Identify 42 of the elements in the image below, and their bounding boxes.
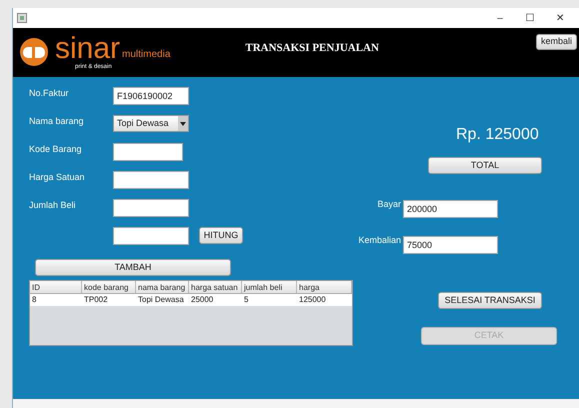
table-cell-text: 5 [243, 294, 250, 306]
field-label: Nama barang [29, 115, 85, 128]
minimize-button[interactable]: – [485, 10, 515, 26]
field-label: Jumlah Beli [29, 199, 77, 212]
field-label: Kembalian [358, 234, 401, 247]
table-cell-text: 8 [31, 294, 38, 306]
close-button[interactable]: ✕ [545, 10, 575, 26]
table-cell-text: Topi Dewasa [137, 294, 185, 306]
column-header[interactable]: kode barang [82, 281, 136, 293]
field-label: Kode Barang [29, 143, 83, 156]
input-field[interactable]: F1906190002 [113, 87, 189, 105]
finish-button[interactable]: SELESAI TRANSAKSI [438, 292, 542, 309]
total-button[interactable]: TOTAL [428, 157, 542, 174]
table-cell-text: TP002 [83, 294, 109, 306]
page-title: TRANSAKSI PENJUALAN [245, 41, 379, 56]
input-field[interactable]: 200000 [403, 200, 498, 218]
maximize-button[interactable]: ☐ [515, 10, 545, 26]
logo-name: sinar [55, 34, 120, 64]
input-field[interactable] [113, 171, 189, 189]
app-icon [17, 13, 27, 23]
calculate-button[interactable]: HITUNG [199, 227, 243, 244]
caret-icon [178, 116, 188, 131]
table-cell-text: 125000 [298, 294, 327, 306]
total-amount: Rp. 125000 [456, 125, 540, 145]
logo-icon [17, 37, 51, 67]
column-header[interactable]: jumlah beli [242, 281, 297, 293]
column-header[interactable]: harga satuan [189, 281, 242, 293]
field-label: Bayar [376, 198, 401, 211]
input-field[interactable]: 75000 [403, 236, 498, 254]
add-button[interactable]: TAMBAH [35, 259, 231, 276]
field-label: No.Faktur [29, 87, 70, 100]
table-cell-text: 25000 [190, 294, 214, 306]
field-label: Harga Satuan [29, 171, 86, 184]
item-dropdown[interactable]: Topi Dewasa [113, 115, 189, 132]
back-button[interactable]: kembali [536, 34, 577, 50]
column-header[interactable]: ID [30, 281, 82, 293]
input-field[interactable] [113, 199, 189, 217]
input-field[interactable] [113, 143, 183, 161]
column-header[interactable]: nama barang [136, 281, 189, 293]
input-field[interactable] [113, 227, 189, 245]
logo-tagline: multimedia [122, 50, 170, 60]
column-header[interactable]: harga [297, 281, 352, 293]
